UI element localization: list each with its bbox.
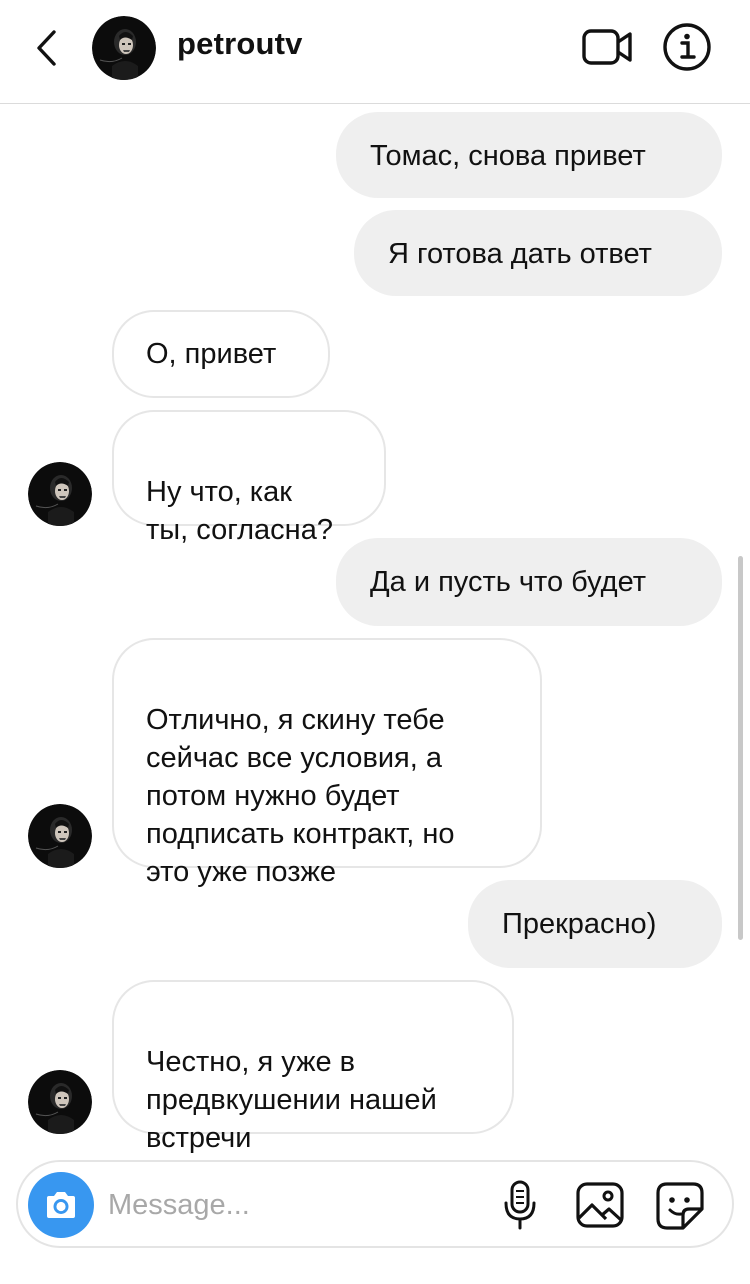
message-input[interactable] (108, 1182, 488, 1228)
incoming-message[interactable]: О, привет (112, 310, 330, 398)
chevron-left-icon[interactable] (26, 26, 66, 70)
message-text: Я готова дать ответ (388, 238, 652, 270)
message-text: О, привет (146, 338, 277, 370)
outgoing-message[interactable]: Да и пусть что будет (336, 538, 722, 626)
avatar[interactable] (28, 804, 92, 868)
avatar[interactable] (28, 462, 92, 526)
outgoing-message[interactable]: Томас, снова привет (336, 112, 722, 198)
avatar[interactable] (92, 16, 156, 80)
outgoing-message[interactable]: Прекрасно) (468, 880, 722, 968)
outgoing-message[interactable]: Я готова дать ответ (354, 210, 722, 296)
sticker-icon[interactable] (654, 1180, 706, 1232)
chat-header: petroutv (0, 0, 750, 104)
incoming-message[interactable]: Честно, я уже в предвкушении нашей встре… (112, 980, 514, 1154)
message-text: Отлично, я скину тебе сейчас все условия… (146, 704, 455, 888)
username[interactable]: petroutv (177, 26, 303, 62)
microphone-icon[interactable] (498, 1178, 542, 1232)
incoming-message[interactable]: Ну что, как ты, согласна? (112, 410, 386, 546)
info-icon[interactable] (662, 22, 712, 72)
camera-button[interactable] (28, 1172, 94, 1238)
message-text: Ну что, как ты, согласна? (146, 476, 333, 546)
message-text: Честно, я уже в предвкушении нашей встре… (146, 1046, 437, 1154)
image-icon[interactable] (574, 1180, 626, 1230)
camera-icon (47, 1192, 75, 1218)
message-text: Томас, снова привет (370, 140, 646, 172)
avatar[interactable] (28, 1070, 92, 1134)
message-text: Прекрасно) (502, 908, 657, 940)
message-composer (16, 1160, 734, 1248)
message-text: Да и пусть что будет (370, 566, 647, 598)
incoming-message[interactable]: Отлично, я скину тебе сейчас все условия… (112, 638, 542, 888)
video-camera-icon[interactable] (582, 26, 634, 68)
scrollbar[interactable] (738, 556, 743, 940)
